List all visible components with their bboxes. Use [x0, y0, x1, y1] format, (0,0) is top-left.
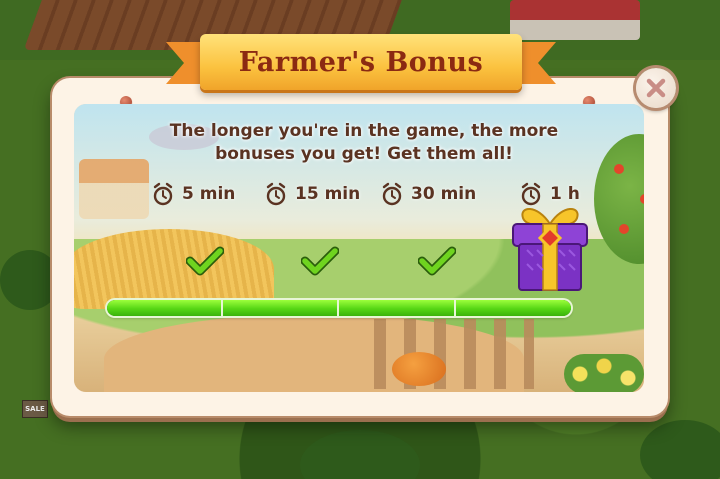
- wheat-illustration: [74, 229, 274, 309]
- milestone-label: 30 min: [411, 184, 477, 204]
- sale-sign: SALE: [22, 400, 48, 418]
- farmhouse-illustration: [79, 159, 149, 219]
- milestone-5-min: 5 min: [152, 182, 235, 206]
- dialog-title: Farmer's Bonus: [238, 46, 484, 78]
- bonus-progress-bar: [107, 300, 571, 316]
- checkmark-icon: [301, 246, 339, 276]
- alarm-clock-icon: [153, 182, 173, 206]
- milestone-label: 1 h: [550, 184, 580, 204]
- bush: [0, 250, 60, 310]
- alarm-clock-icon: [266, 182, 286, 206]
- bonus-message: The longer you're in the game, the more …: [169, 121, 559, 164]
- farmers-bonus-dialog: The longer you're in the game, the more …: [52, 78, 668, 416]
- progress-divider: [221, 300, 223, 316]
- progress-fill: [107, 300, 571, 316]
- close-button[interactable]: [636, 68, 676, 108]
- milestone-15-min: 15 min: [265, 182, 360, 206]
- apple-icon: [614, 164, 624, 174]
- bonus-panel: The longer you're in the game, the more …: [74, 104, 644, 392]
- flowers-illustration: [564, 354, 644, 392]
- milestone-label: 15 min: [295, 184, 361, 204]
- background-barn: [510, 0, 640, 40]
- apple-icon: [619, 224, 629, 234]
- progress-divider: [337, 300, 339, 316]
- alarm-clock-icon: [382, 182, 402, 206]
- gift-box-icon[interactable]: [507, 202, 593, 294]
- apple-icon: [640, 194, 644, 204]
- checkmark-icon: [418, 246, 456, 276]
- milestone-30-min: 30 min: [381, 182, 476, 206]
- checkmark-icon: [186, 246, 224, 276]
- title-ribbon: Farmer's Bonus: [200, 34, 522, 90]
- pumpkin-illustration: [392, 352, 446, 386]
- milestone-label: 5 min: [182, 184, 236, 204]
- progress-divider: [454, 300, 456, 316]
- close-x-icon: [646, 78, 666, 98]
